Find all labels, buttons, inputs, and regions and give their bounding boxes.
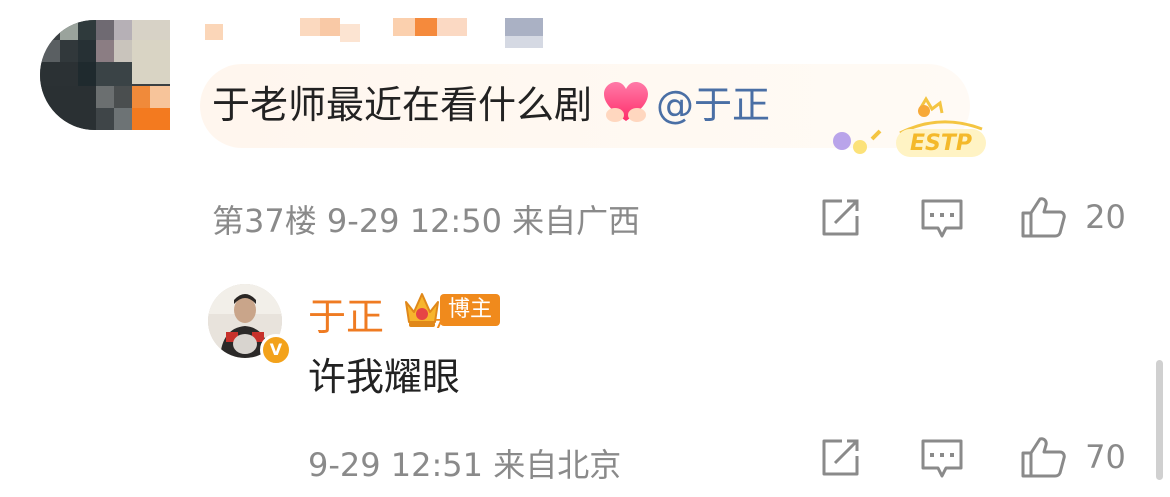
mention-link[interactable]: @于正 — [656, 83, 770, 127]
share-icon[interactable] — [820, 198, 862, 238]
reply-share-icon[interactable] — [820, 438, 862, 478]
comment-icon[interactable] — [920, 198, 964, 240]
comment-location: 来自广西 — [512, 202, 641, 240]
scrollbar[interactable] — [1156, 360, 1163, 480]
comment-text: 于老师最近在看什么剧 — [212, 83, 593, 127]
reply-text: 许我耀眼 — [308, 355, 461, 399]
reply-time: 9-29 12:51 — [308, 446, 484, 484]
reply-like-count: 70 — [1085, 438, 1126, 476]
like-button[interactable]: 20 — [1020, 196, 1126, 238]
commenter-avatar[interactable] — [40, 20, 170, 130]
reply-like-button[interactable]: 70 — [1020, 436, 1126, 478]
blogger-role-badge: 博主 — [440, 294, 501, 326]
reply-location: 来自北京 — [493, 446, 622, 484]
reply-like-icon[interactable] — [1020, 436, 1066, 478]
verified-badge-icon: V — [260, 334, 292, 366]
crown-icon: 7 — [405, 293, 442, 330]
heart-hands-emoji-icon — [602, 81, 650, 135]
like-count: 20 — [1085, 198, 1126, 236]
commenter-name-pixelated[interactable] — [205, 18, 545, 48]
estp-badge-icon: ESTP — [833, 96, 986, 157]
like-icon[interactable] — [1020, 196, 1066, 238]
estp-badge-text: ESTP — [910, 131, 972, 156]
comment-text-line: 于老师最近在看什么剧 @于正 — [212, 80, 770, 135]
comment-meta: 第37楼 9-29 12:50 来自广西 — [212, 196, 640, 242]
reply-comment-icon[interactable] — [920, 438, 964, 480]
comment-floor: 第37楼 — [212, 202, 317, 240]
comment-time: 9-29 12:50 — [326, 202, 502, 240]
reply-meta: 9-29 12:51 来自北京 — [308, 440, 621, 486]
reply-author-name[interactable]: 于正 — [308, 286, 384, 341]
